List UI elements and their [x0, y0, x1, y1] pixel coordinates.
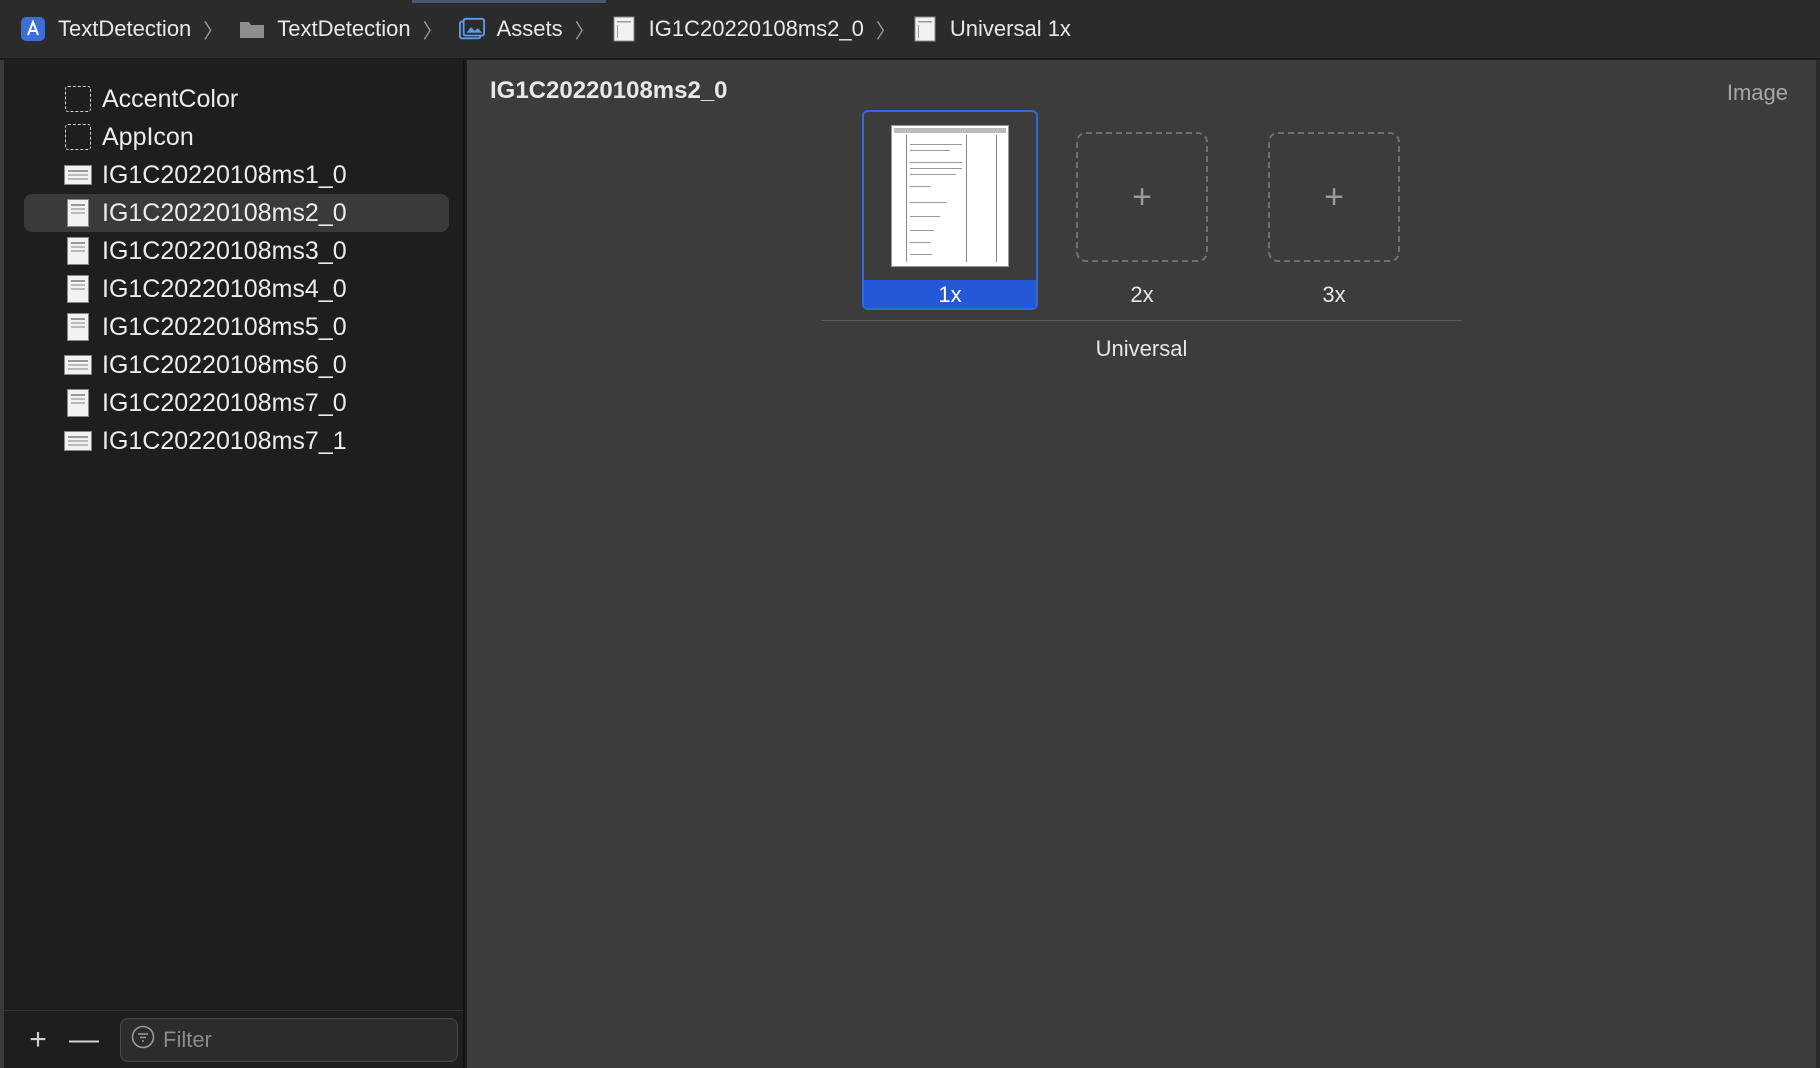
image-set-icon — [611, 16, 637, 42]
plus-icon: + — [1132, 177, 1152, 216]
breadcrumb-folder[interactable]: TextDetection 〉 — [239, 15, 458, 44]
asset-item-ms6-0[interactable]: IG1C20220108ms6_0 — [24, 346, 449, 384]
breadcrumb-image-set[interactable]: IG1C20220108ms2_0 〉 — [611, 15, 912, 44]
slot-3x-dropzone[interactable]: + — [1268, 132, 1400, 262]
group-divider — [821, 320, 1462, 321]
image-thumbnail-icon — [64, 161, 92, 189]
asset-item-ms7-1[interactable]: IG1C20220108ms7_1 — [24, 422, 449, 460]
image-thumbnail-icon — [64, 313, 92, 341]
breadcrumb-label: Universal 1x — [949, 16, 1071, 41]
breadcrumb-assets[interactable]: Assets 〉 — [458, 15, 611, 44]
breadcrumb-universal-1x[interactable]: Universal 1x — [912, 16, 1071, 42]
plus-icon: + — [1324, 177, 1344, 216]
breadcrumb-label: TextDetection — [277, 16, 411, 41]
asset-item-ms5-0[interactable]: IG1C20220108ms5_0 — [24, 308, 449, 346]
asset-item-label: IG1C20220108ms2_0 — [102, 198, 347, 227]
asset-item-label: IG1C20220108ms5_0 — [102, 312, 347, 341]
asset-title: IG1C20220108ms2_0 — [490, 77, 728, 104]
image-preview — [891, 125, 1009, 267]
chevron-right-icon: 〉 — [422, 20, 443, 43]
asset-item-label: IG1C20220108ms7_1 — [102, 426, 347, 455]
asset-item-label: AppIcon — [102, 122, 194, 151]
slot-2x-label: 2x — [1130, 282, 1154, 307]
asset-item-label: IG1C20220108ms7_0 — [102, 388, 347, 417]
breadcrumb-label: Assets — [496, 16, 563, 41]
slot-1x-image-area — [864, 112, 1036, 280]
image-thumbnail-icon — [64, 275, 92, 303]
asset-item-ms1-0[interactable]: IG1C20220108ms1_0 — [24, 156, 449, 194]
image-thumbnail-icon — [64, 389, 92, 417]
folder-icon — [239, 16, 265, 42]
asset-catalog-icon — [458, 16, 485, 42]
chevron-right-icon: 〉 — [203, 20, 224, 43]
asset-item-ms7-0[interactable]: IG1C20220108ms7_0 — [24, 384, 449, 422]
asset-sidebar: AccentColor AppIcon IG1C20220108ms1_0 IG… — [0, 60, 465, 1068]
asset-item-appicon[interactable]: AppIcon — [24, 118, 449, 156]
image-file-icon — [912, 16, 938, 42]
remove-asset-button[interactable]: — — [68, 1023, 100, 1056]
add-asset-button[interactable]: + — [22, 1023, 54, 1056]
filter-input[interactable] — [163, 1026, 443, 1053]
breadcrumb-label: IG1C20220108ms2_0 — [648, 16, 864, 41]
chevron-right-icon: 〉 — [875, 20, 896, 43]
image-thumbnail-icon — [64, 427, 92, 455]
image-thumbnail-icon — [64, 199, 92, 227]
sidebar-footer: + — — [4, 1010, 463, 1068]
asset-item-label: IG1C20220108ms1_0 — [102, 160, 347, 189]
active-tab-indicator — [412, 0, 606, 3]
asset-list: AccentColor AppIcon IG1C20220108ms1_0 IG… — [24, 80, 449, 460]
filter-icon — [131, 1025, 155, 1054]
breadcrumb-label: TextDetection — [58, 16, 192, 41]
asset-item-accentcolor[interactable]: AccentColor — [24, 80, 449, 118]
image-thumbnail-icon — [64, 237, 92, 265]
asset-item-ms3-0[interactable]: IG1C20220108ms3_0 — [24, 232, 449, 270]
asset-item-label: IG1C20220108ms6_0 — [102, 350, 347, 379]
asset-item-label: IG1C20220108ms4_0 — [102, 274, 347, 303]
app-icon-set-icon — [64, 123, 92, 151]
jump-bar: TextDetection 〉 TextDetection 〉 Assets 〉… — [0, 0, 1820, 59]
asset-item-label: AccentColor — [102, 84, 239, 113]
chevron-right-icon: 〉 — [574, 20, 595, 43]
slot-2x-dropzone[interactable]: + — [1076, 132, 1208, 262]
slot-1x[interactable]: 1x — [862, 110, 1038, 310]
image-thumbnail-icon — [64, 351, 92, 379]
color-set-icon — [64, 85, 92, 113]
asset-editor: IG1C20220108ms2_0 Image 1x + 2x + 3x Uni… — [467, 60, 1820, 1068]
slot-1x-label: 1x — [864, 280, 1036, 308]
slot-3x-label: 3x — [1322, 282, 1346, 307]
asset-item-ms4-0[interactable]: IG1C20220108ms4_0 — [24, 270, 449, 308]
filter-field[interactable] — [120, 1017, 458, 1062]
xcode-project-icon — [20, 16, 46, 42]
asset-item-label: IG1C20220108ms3_0 — [102, 236, 347, 265]
asset-type-label: Image — [1726, 80, 1788, 105]
asset-item-ms2-0[interactable]: IG1C20220108ms2_0 — [24, 194, 449, 232]
universal-group-label: Universal — [1095, 336, 1188, 361]
breadcrumb-project[interactable]: TextDetection 〉 — [20, 15, 239, 44]
